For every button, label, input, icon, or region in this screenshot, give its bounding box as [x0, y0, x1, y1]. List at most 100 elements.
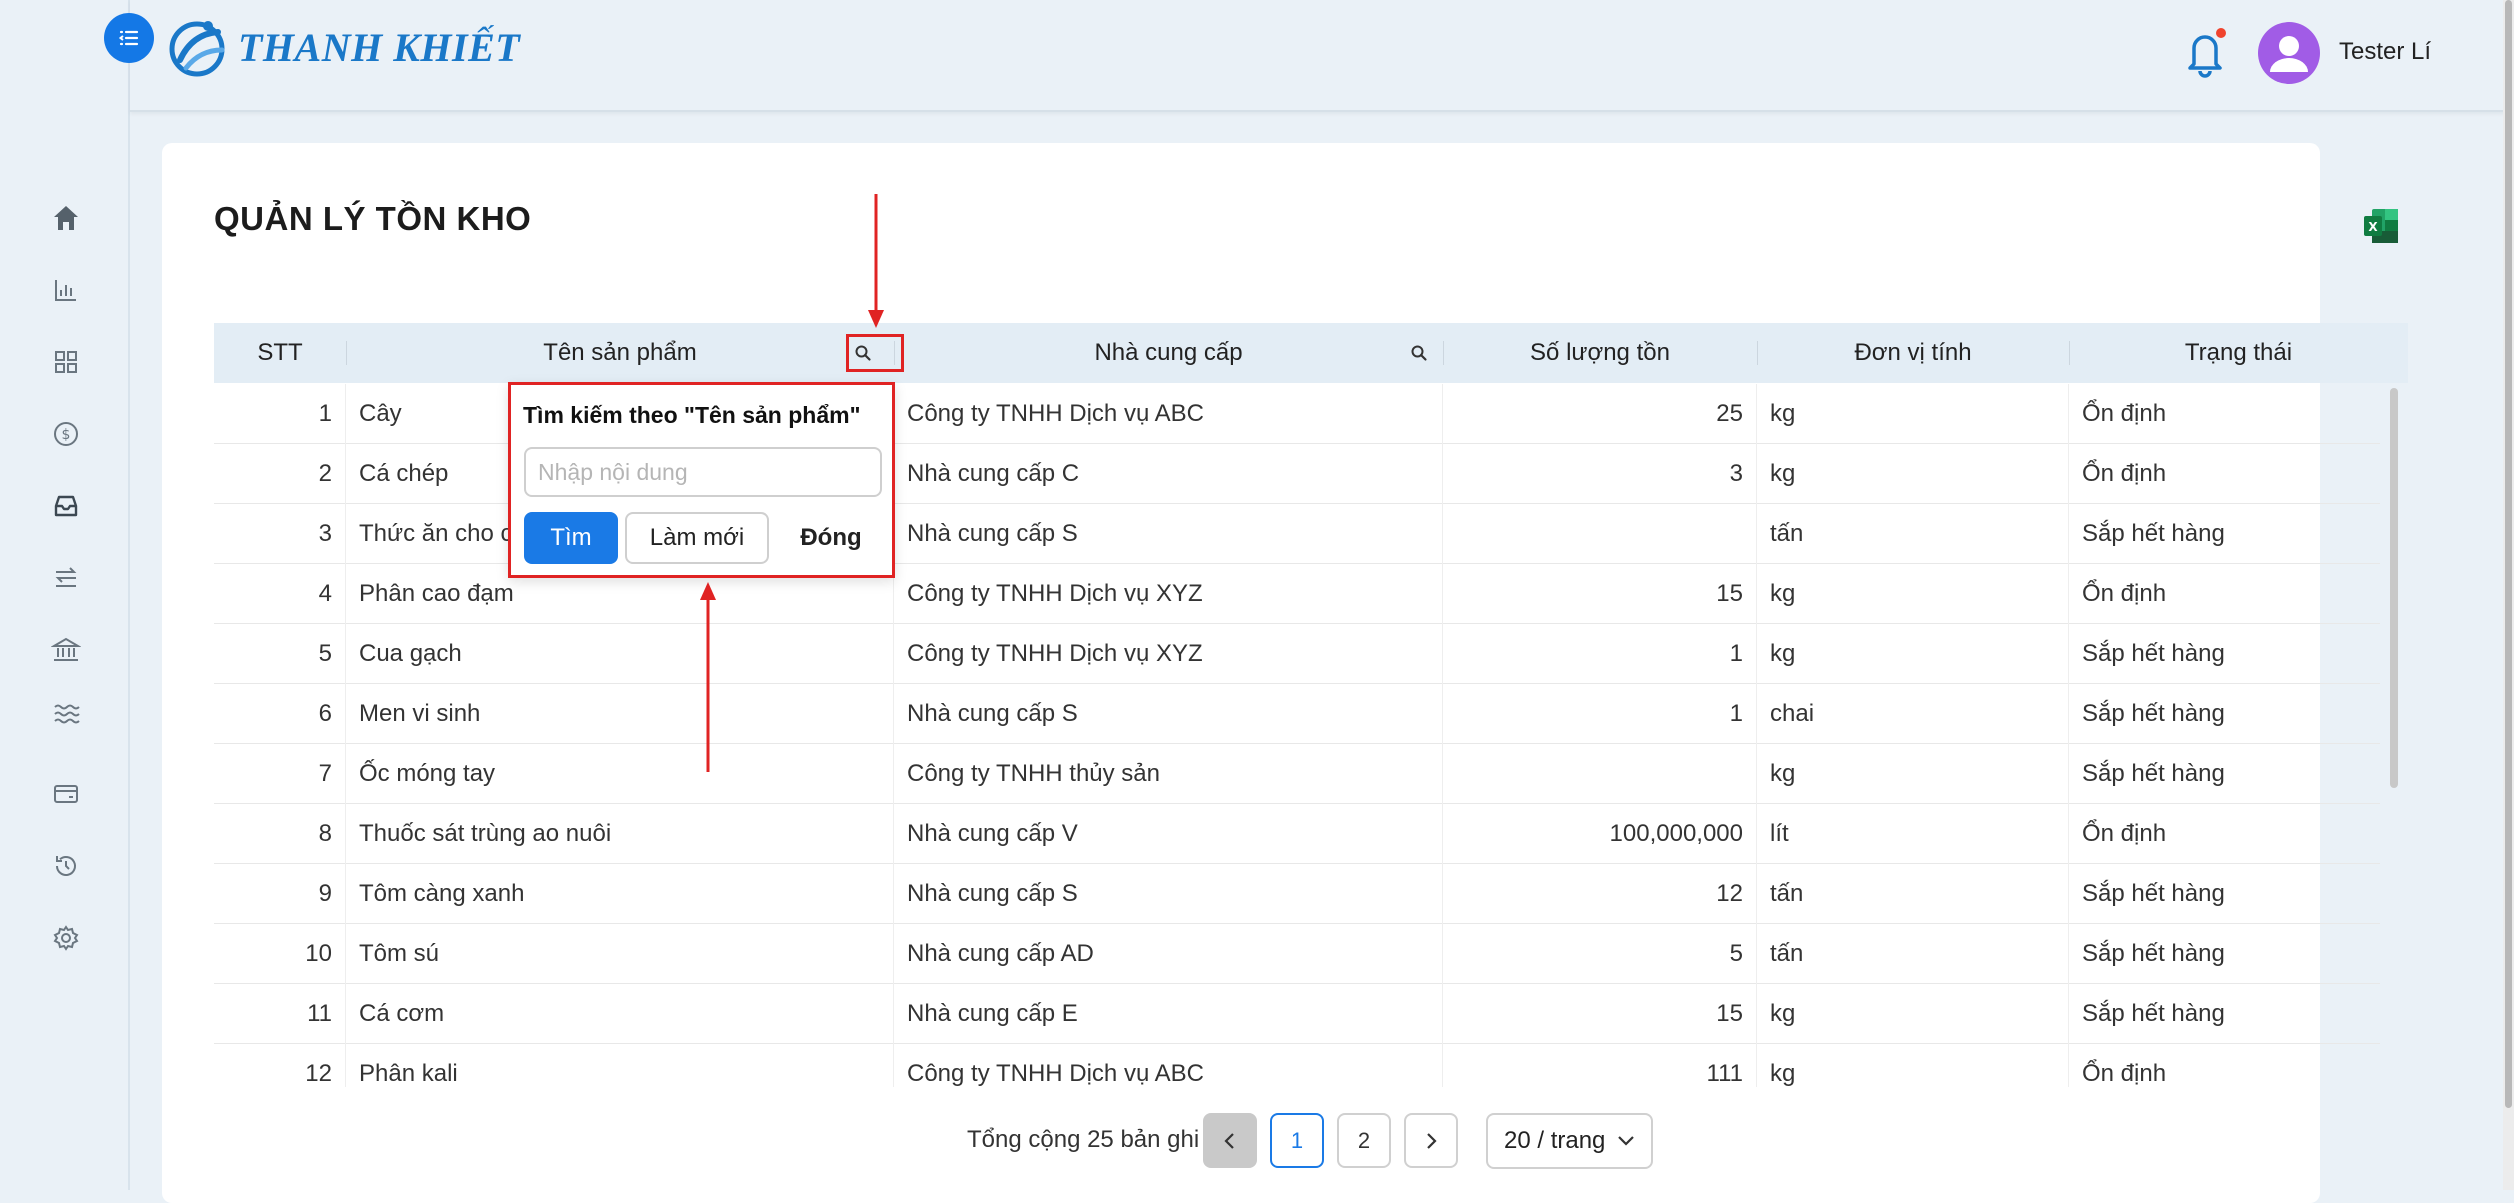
excel-icon: X [2364, 209, 2398, 243]
page-1-button[interactable]: 1 [1270, 1113, 1324, 1168]
table-row[interactable]: 12 Phân kali Công ty TNHH Dịch vụ ABC 111 kg… [214, 1044, 2380, 1087]
cell-supplier: Nhà cung cấp V [894, 804, 1443, 864]
table-row[interactable]: 6 Men vi sinh Nhà cung cấp S 1 chai Sắp hết h… [214, 684, 2380, 744]
transfer-icon[interactable] [48, 560, 84, 596]
cell-unit: kg [1757, 984, 2069, 1044]
cell-quantity: 15 [1443, 984, 1757, 1044]
cell-quantity: 1 [1443, 684, 1757, 744]
cell-quantity [1443, 744, 1757, 804]
table-row[interactable]: 9 Tôm càng xanh Nhà cung cấp S 12 tấn Sắp hết… [214, 864, 2380, 924]
inbox-icon[interactable] [48, 488, 84, 524]
header-product-name: Tên sản phẩm [346, 323, 894, 383]
cell-stt: 9 [214, 864, 346, 924]
cell-unit: kg [1757, 444, 2069, 504]
table-row[interactable]: 8 Thuốc sát trùng ao nuôi Nhà cung cấp V 10… [214, 804, 2380, 864]
table-row[interactable]: 5 Cua gạch Công ty TNHH Dịch vụ XYZ 1 kg Sắp … [214, 624, 2380, 684]
cell-quantity: 111 [1443, 1044, 1757, 1087]
cell-stt: 1 [214, 384, 346, 444]
excel-export-button[interactable]: X [2362, 207, 2400, 245]
cell-unit: kg [1757, 744, 2069, 804]
next-page-button[interactable] [1404, 1113, 1458, 1168]
pagination-total: Tổng cộng 25 bản ghi [967, 1126, 1200, 1153]
table-row[interactable]: 11 Cá cơm Nhà cung cấp E 15 kg Sắp hết hàng [214, 984, 2380, 1044]
username-label[interactable]: Tester Lí [2339, 38, 2431, 66]
cell-product-name: Men vi sinh [346, 684, 894, 744]
search-popup: Tìm kiếm theo "Tên sản phẩm" Tìm Làm mới… [508, 382, 895, 578]
bank-icon[interactable] [48, 632, 84, 668]
table-scrollbar[interactable] [2390, 388, 2398, 788]
bar-chart-icon[interactable] [48, 272, 84, 308]
cell-unit: kg [1757, 1044, 2069, 1087]
header-quantity-label: Số lượng tồn [1530, 339, 1670, 366]
cell-supplier: Công ty TNHH Dịch vụ XYZ [894, 624, 1443, 684]
cell-status: Sắp hết hàng [2082, 940, 2225, 967]
cell-unit: kg [1757, 624, 2069, 684]
cell-supplier: Công ty TNHH Dịch vụ XYZ [894, 564, 1443, 624]
cell-quantity: 12 [1443, 864, 1757, 924]
page-scrollbar-thumb[interactable] [2505, 0, 2512, 1108]
cell-quantity: 100,000,000 [1443, 804, 1757, 864]
cell-quantity: 25 [1443, 384, 1757, 444]
supplier-search-button[interactable] [1404, 338, 1434, 368]
cell-supplier: Nhà cung cấp S [894, 864, 1443, 924]
find-button[interactable]: Tìm [524, 512, 618, 564]
page-size-value: 20 / trang [1504, 1127, 1606, 1154]
chevron-left-icon [1224, 1132, 1234, 1149]
page-2-button[interactable]: 2 [1337, 1113, 1391, 1168]
cell-status: Ổn định [2082, 1060, 2167, 1087]
logo-swirl-icon [169, 21, 225, 77]
cell-product-name: Cá cơm [346, 984, 894, 1044]
table-row[interactable]: 7 Ốc móng tay Công ty TNHH thủy sản kg Sắp h… [214, 744, 2380, 804]
menu-toggle-button[interactable] [104, 13, 154, 63]
table-row[interactable]: 10 Tôm sú Nhà cung cấp AD 5 tấn Sắp hết hàng [214, 924, 2380, 984]
user-avatar[interactable] [2258, 22, 2320, 84]
cell-stt: 12 [214, 1044, 346, 1087]
cell-stt: 4 [214, 564, 346, 624]
cell-supplier: Công ty TNHH Dịch vụ ABC [894, 1044, 1443, 1087]
svg-text:$: $ [62, 427, 71, 443]
cell-stt: 7 [214, 744, 346, 804]
cell-supplier: Nhà cung cấp AD [894, 924, 1443, 984]
cell-status: Sắp hết hàng [2082, 1000, 2225, 1027]
header-supplier-label: Nhà cung cấp [1094, 339, 1243, 366]
cell-status: Ổn định [2082, 580, 2167, 607]
cell-quantity: 3 [1443, 444, 1757, 504]
prev-page-button[interactable] [1203, 1113, 1257, 1168]
up-arrow-annotation [700, 582, 716, 772]
home-icon[interactable] [48, 200, 84, 236]
cell-quantity: 5 [1443, 924, 1757, 984]
cell-unit: chai [1757, 684, 2069, 744]
waves-icon[interactable] [48, 696, 84, 732]
cell-stt: 11 [214, 984, 346, 1044]
search-popup-title: Tìm kiếm theo "Tên sản phẩm" [523, 402, 861, 428]
page-size-select[interactable]: 20 / trang [1486, 1113, 1653, 1169]
cell-product-name: Ốc móng tay [346, 744, 894, 804]
chevron-down-icon [1618, 1136, 1635, 1146]
cell-supplier: Công ty TNHH Dịch vụ ABC [894, 384, 1443, 444]
history-icon[interactable] [48, 848, 84, 884]
cell-quantity: 15 [1443, 564, 1757, 624]
card-icon[interactable] [48, 776, 84, 812]
close-button[interactable]: Đóng [777, 512, 885, 564]
search-icon-highlight [846, 334, 904, 372]
gear-icon[interactable] [48, 920, 84, 956]
search-input[interactable] [524, 447, 882, 497]
search-icon [1411, 345, 1427, 361]
reset-button[interactable]: Làm mới [625, 512, 769, 564]
notification-bell-button[interactable] [2180, 24, 2230, 80]
brand-logo[interactable]: THANH KHIẾT [166, 16, 520, 78]
dollar-icon[interactable]: $ [48, 416, 84, 452]
cell-unit: tấn [1757, 924, 2069, 984]
cell-supplier: Nhà cung cấp C [894, 444, 1443, 504]
cell-stt: 2 [214, 444, 346, 504]
cell-status: Ổn định [2082, 820, 2167, 847]
cell-stt: 3 [214, 504, 346, 564]
bell-icon [2188, 28, 2226, 78]
cell-supplier: Công ty TNHH thủy sản [894, 744, 1443, 804]
header-stt: STT [214, 323, 346, 383]
cell-quantity [1443, 504, 1757, 564]
cell-status: Sắp hết hàng [2082, 760, 2225, 787]
grid-icon[interactable] [48, 344, 84, 380]
svg-text:X: X [2368, 220, 2378, 234]
page-title: QUẢN LÝ TỒN KHO [214, 200, 532, 237]
